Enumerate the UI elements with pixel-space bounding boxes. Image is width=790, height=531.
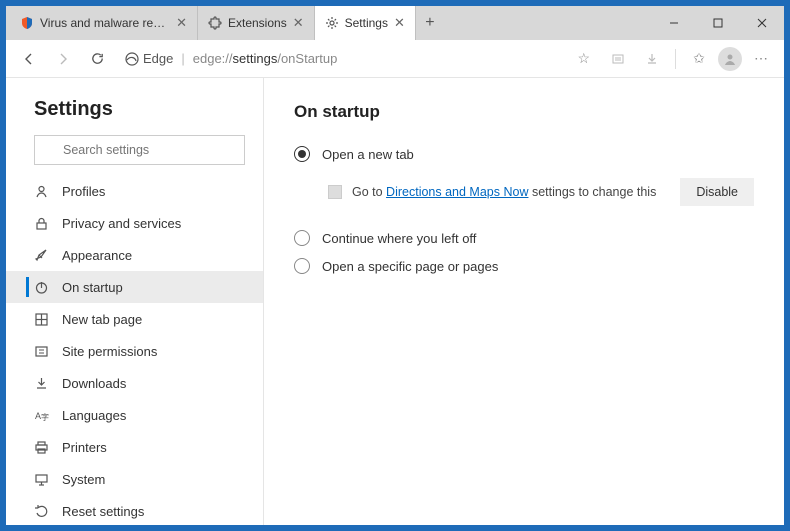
browser-window: Virus and malware removal instr ✕ Extens… — [6, 6, 784, 525]
sidebar-item-label: New tab page — [62, 312, 142, 327]
option-label: Open a specific page or pages — [322, 259, 498, 274]
forward-button[interactable] — [48, 44, 78, 74]
minimize-button[interactable] — [652, 6, 696, 40]
power-icon — [34, 280, 50, 295]
new-tab-button[interactable]: + — [416, 6, 444, 40]
edge-icon: Edge — [125, 51, 173, 66]
reset-icon — [34, 504, 50, 519]
sidebar-item-reset[interactable]: Reset settings — [6, 495, 263, 525]
close-icon[interactable]: ✕ — [176, 15, 187, 31]
startup-option-1[interactable]: Continue where you left off — [294, 224, 754, 252]
sidebar-item-label: Profiles — [62, 184, 105, 199]
reading-view-icon[interactable] — [603, 44, 633, 74]
sidebar-item-label: Privacy and services — [62, 216, 181, 231]
disable-button[interactable]: Disable — [680, 178, 754, 206]
sidebar-item-lock[interactable]: Privacy and services — [6, 207, 263, 239]
profile-icon — [34, 184, 50, 199]
radio-unselected-icon — [294, 230, 310, 246]
tab-label: Extensions — [228, 16, 287, 30]
sidebar-item-grid[interactable]: New tab page — [6, 303, 263, 335]
sidebar-item-label: Printers — [62, 440, 107, 455]
separator: | — [181, 51, 184, 66]
sidebar-nav: Profiles Privacy and services Appearance On… — [6, 175, 263, 525]
brush-icon — [34, 248, 50, 263]
system-icon — [34, 472, 50, 487]
main-panel: On startup Open a new tab Go to Directio… — [264, 78, 784, 525]
close-icon[interactable]: ✕ — [293, 15, 304, 31]
sidebar-item-label: Languages — [62, 408, 126, 423]
back-button[interactable] — [14, 44, 44, 74]
sidebar-item-power[interactable]: On startup — [6, 271, 263, 303]
tab-label: Virus and malware removal instr — [40, 16, 170, 30]
page-heading: On startup — [294, 102, 754, 122]
sidebar-item-system[interactable]: System — [6, 463, 263, 495]
sidebar-item-brush[interactable]: Appearance — [6, 239, 263, 271]
gear-icon — [325, 16, 339, 30]
window-controls — [652, 6, 784, 40]
close-window-button[interactable] — [740, 6, 784, 40]
puzzle-icon — [208, 16, 222, 30]
sidebar-item-printer[interactable]: Printers — [6, 431, 263, 463]
address-field[interactable]: Edge | edge://settings/onStartup ☆ — [116, 45, 599, 73]
startup-option-2[interactable]: Open a specific page or pages — [294, 252, 754, 280]
sidebar-item-download[interactable]: Downloads — [6, 367, 263, 399]
radio-unselected-icon — [294, 258, 310, 274]
maximize-button[interactable] — [696, 6, 740, 40]
search-input[interactable] — [34, 135, 245, 165]
tab-label: Settings — [345, 16, 388, 30]
tab-2[interactable]: Settings ✕ — [315, 6, 416, 40]
sidebar-item-permissions[interactable]: Site permissions — [6, 335, 263, 367]
sidebar-item-label: Appearance — [62, 248, 132, 263]
tab-strip: Virus and malware removal instr ✕ Extens… — [6, 6, 652, 40]
printer-icon — [34, 440, 50, 455]
lang-icon: A字 — [34, 408, 50, 423]
tab-0[interactable]: Virus and malware removal instr ✕ — [10, 6, 198, 40]
close-icon[interactable]: ✕ — [394, 15, 405, 31]
sidebar-item-label: System — [62, 472, 105, 487]
address-bar: Edge | edge://settings/onStartup ☆ ✩ ⋯ — [6, 40, 784, 78]
lock-icon — [34, 216, 50, 231]
option-label: Open a new tab — [322, 147, 414, 162]
permissions-icon — [34, 344, 50, 359]
favorites-icon[interactable]: ✩ — [684, 44, 714, 74]
sidebar-item-label: Site permissions — [62, 344, 157, 359]
sidebar-title: Settings — [6, 98, 263, 135]
profile-avatar[interactable] — [718, 47, 742, 71]
downloads-icon[interactable] — [637, 44, 667, 74]
shield-icon — [20, 16, 34, 30]
radio-selected-icon — [294, 146, 310, 162]
grid-icon — [34, 312, 50, 327]
extension-icon — [328, 185, 342, 199]
sidebar-item-profile[interactable]: Profiles — [6, 175, 263, 207]
title-bar: Virus and malware removal instr ✕ Extens… — [6, 6, 784, 40]
extension-link[interactable]: Directions and Maps Now — [386, 185, 528, 199]
favorite-icon[interactable]: ☆ — [577, 50, 590, 67]
refresh-button[interactable] — [82, 44, 112, 74]
sidebar-item-label: Reset settings — [62, 504, 144, 519]
settings-sidebar: Settings Profiles Privacy and services App… — [6, 78, 264, 525]
svg-text:字: 字 — [41, 412, 49, 422]
sidebar-item-label: On startup — [62, 280, 123, 295]
url-text: edge://settings/onStartup — [193, 51, 338, 66]
download-icon — [34, 376, 50, 391]
sidebar-item-lang[interactable]: A字 Languages — [6, 399, 263, 431]
sidebar-item-label: Downloads — [62, 376, 126, 391]
extension-notice: Go to Directions and Maps Now settings t… — [294, 168, 754, 224]
option-label: Continue where you left off — [322, 231, 476, 246]
tab-1[interactable]: Extensions ✕ — [198, 6, 315, 40]
content-area: Settings Profiles Privacy and services App… — [6, 78, 784, 525]
more-icon[interactable]: ⋯ — [746, 44, 776, 74]
divider — [675, 49, 676, 69]
scheme-label: Edge — [143, 51, 173, 66]
startup-option-0[interactable]: Open a new tab — [294, 140, 754, 168]
notice-text: Go to Directions and Maps Now settings t… — [352, 185, 656, 199]
